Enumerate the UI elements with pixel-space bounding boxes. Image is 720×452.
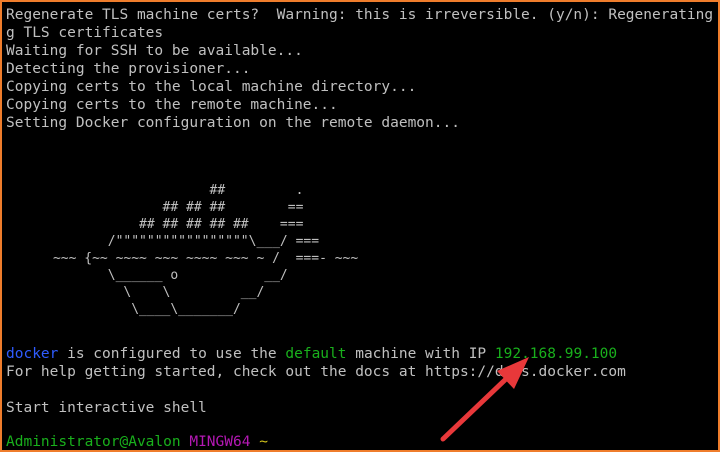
terminal-window[interactable]: Regenerate TLS machine certs? Warning: t…: [0, 0, 720, 452]
red-arrow-icon: [440, 357, 529, 442]
